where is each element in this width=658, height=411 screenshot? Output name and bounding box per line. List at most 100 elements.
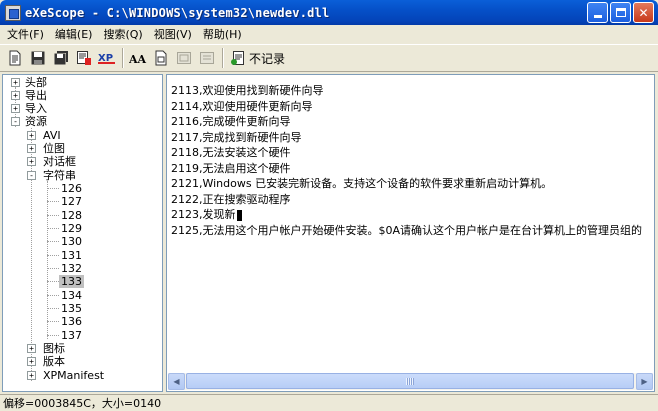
xp-style-icon: XP [98,53,115,64]
tree-item-string-table[interactable]: 字符串 [43,169,76,182]
tree-item-resources[interactable]: 资源 [25,115,47,128]
disabled-button-1[interactable] [173,47,195,69]
tree-item-exports[interactable]: 导出 [25,89,47,102]
tree-item-imports[interactable]: 导入 [25,102,47,115]
tree-item-string-126[interactable]: 126 [61,182,82,195]
minimize-button[interactable] [587,2,608,23]
disabled-button-2[interactable] [196,47,218,69]
tree-connector [47,201,59,202]
tree-item-string-134[interactable]: 134 [61,289,82,302]
string-line[interactable]: 2119,无法启用这个硬件 [171,161,642,177]
save-icon [31,51,45,65]
status-offset-size: 偏移=0003845C，大小=0140 [3,397,162,410]
tree-connector [47,295,59,296]
menu-file[interactable]: 文件(F) [2,26,48,42]
string-line[interactable]: 2116,完成硬件更新向导 [171,114,642,130]
tree-item-string-136[interactable]: 136 [61,315,82,328]
save-all-button[interactable] [50,47,72,69]
scrollbar-thumb[interactable] [186,373,634,389]
xp-style-button[interactable]: XP [96,47,118,69]
grip-icon [406,378,414,385]
resource-button[interactable] [150,47,172,69]
expand-icon[interactable]: + [11,91,20,100]
tree-item-string-132[interactable]: 132 [61,262,82,275]
tree-item-string-129[interactable]: 129 [61,222,82,235]
close-button[interactable]: ✕ [633,2,654,23]
font-icon: AA [129,53,147,66]
no-record-label: 不记录 [249,51,286,66]
no-record-icon [231,51,244,65]
minimize-icon [593,15,602,18]
arrow-right-icon: ▶ [641,377,648,386]
string-line[interactable]: 2114,欢迎使用硬件更新向导 [171,99,642,115]
disabled-icon-1 [177,52,191,64]
app-icon [5,4,21,21]
expand-icon[interactable]: + [27,371,36,380]
expand-icon[interactable]: + [27,357,36,366]
string-line-text: 2123,发现新 [171,208,236,221]
string-line[interactable]: 2121,Windows 已安装完新设备。支持这个设备的软件要求重新启动计算机。 [171,176,642,192]
scroll-right-button[interactable]: ▶ [636,373,653,390]
expand-icon[interactable]: + [11,78,20,87]
save-all-icon [54,51,68,65]
string-line[interactable]: 2125,无法用这个用户帐户开始硬件安装。$0A请确认这个用户帐户是在台计算机上… [171,223,642,239]
no-record-button[interactable]: 不记录 [227,47,288,69]
expand-icon[interactable]: + [27,131,36,140]
menu-bar: 文件(F) 编辑(E) 搜索(Q) 视图(V) 帮助(H) [0,25,658,43]
tree-item-string-137[interactable]: 137 [61,329,82,342]
string-line[interactable]: 2113,欢迎使用找到新硬件向导 [171,83,642,99]
resource-tree[interactable]: + 头部 + 导出 + 导入 - 资源 + AVI + 位图 + 对话框 - 字… [2,74,163,392]
menu-help[interactable]: 帮助(H) [198,26,246,42]
string-line[interactable]: 2122,正在搜索驱动程序 [171,192,642,208]
tree-item-string-127[interactable]: 127 [61,195,82,208]
tree-item-string-131[interactable]: 131 [61,249,82,262]
tree-item-bitmap[interactable]: 位图 [43,142,65,155]
tree-item-icon[interactable]: 图标 [43,342,65,355]
maximize-button[interactable] [610,2,631,23]
menu-edit[interactable]: 编辑(E) [50,26,97,42]
tree-connector [47,321,59,322]
tree-item-string-133-selected[interactable]: 133 [59,275,84,288]
resource-icon [155,50,167,66]
font-button[interactable]: AA [127,47,149,69]
expand-icon[interactable]: + [27,144,36,153]
tree-item-string-128[interactable]: 128 [61,209,82,222]
new-file-button[interactable] [4,47,26,69]
toolbar: XP AA 不记录 [0,44,658,72]
collapse-icon[interactable]: - [11,117,20,126]
string-line[interactable]: 2117,完成找到新硬件向导 [171,130,642,146]
tree-connector [47,255,59,256]
window-title: eXeScope - C:\WINDOWS\system32\newdev.dl… [25,5,330,20]
new-file-icon [9,50,21,66]
menu-view[interactable]: 视图(V) [149,26,196,42]
string-line[interactable]: 2118,无法安装这个硬件 [171,145,642,161]
collapse-icon[interactable]: - [27,171,36,180]
string-lines: 2113,欢迎使用找到新硬件向导 2114,欢迎使用硬件更新向导 2116,完成… [171,83,642,238]
expand-icon[interactable]: + [11,104,20,113]
expand-icon[interactable]: + [27,344,36,353]
status-bar: 偏移=0003845C，大小=0140 [0,394,658,411]
tree-item-version[interactable]: 版本 [43,355,65,368]
arrow-left-icon: ◀ [173,377,180,386]
tree-connector [47,188,59,189]
tree-item-xpmanifest[interactable]: XPManifest [43,369,104,382]
tree-item-avi[interactable]: AVI [43,129,61,142]
tree-connector [47,281,59,282]
tree-item-header[interactable]: 头部 [25,76,47,89]
tree-connector [47,215,59,216]
string-editor[interactable]: 2113,欢迎使用找到新硬件向导 2114,欢迎使用硬件更新向导 2116,完成… [166,74,655,392]
expand-icon[interactable]: + [27,157,36,166]
tree-connector [47,241,59,242]
tree-item-dialog[interactable]: 对话框 [43,155,76,168]
scroll-left-button[interactable]: ◀ [168,373,185,390]
horizontal-scrollbar[interactable]: ◀ ▶ [168,373,653,390]
tree-connector [47,181,48,339]
close-icon: ✕ [638,5,649,20]
string-line-editing[interactable]: 2123,发现新 [171,207,642,223]
save-button[interactable] [27,47,49,69]
export-button[interactable] [73,47,95,69]
menu-search[interactable]: 搜索(Q) [98,26,146,42]
tree-item-string-135[interactable]: 135 [61,302,82,315]
window-controls: ✕ [587,2,654,23]
tree-item-string-130[interactable]: 130 [61,235,82,248]
